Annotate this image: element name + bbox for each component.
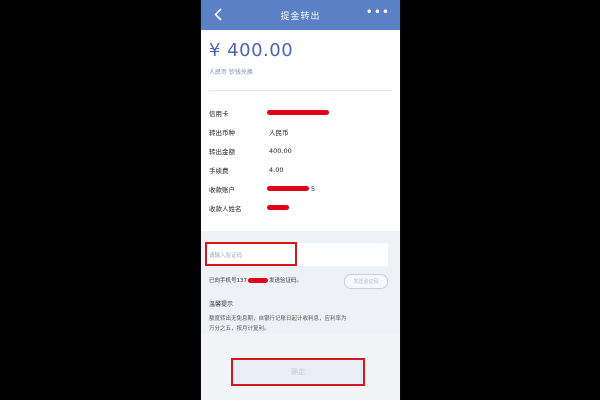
detail-value: 4.00 bbox=[269, 165, 284, 174]
transfer-details: 信用卡 转出币种 人民币 转出金额 400.00 手续费 4.00 收款账户 5 bbox=[201, 97, 400, 231]
detail-label: 手续费 bbox=[209, 166, 229, 175]
tips-line: 额度转出无免息期，自银行记账日起计收利息，应利率为 bbox=[209, 316, 347, 322]
detail-value bbox=[267, 203, 392, 213]
phone-screen: 提金转出 ••• ¥ 400.00 人民币 钞钱兑换 信用卡 转出币种 人民币 … bbox=[200, 0, 401, 400]
tips-line: 万分之五，按月计复利。 bbox=[209, 326, 270, 332]
highlight-box bbox=[205, 242, 297, 266]
tips-title: 温馨提示 bbox=[209, 301, 234, 308]
redaction-mark bbox=[267, 109, 329, 115]
detail-value bbox=[267, 108, 392, 118]
transfer-amount: ¥ 400.00 bbox=[209, 40, 294, 61]
detail-value: 人民币 bbox=[269, 128, 289, 137]
verification-code-input[interactable]: 请输入验证码 bbox=[205, 242, 388, 266]
detail-label: 转出金额 bbox=[209, 147, 235, 156]
detail-label: 收款人姓名 bbox=[209, 204, 242, 213]
confirm-area: 确定 bbox=[201, 358, 400, 388]
redaction-mark bbox=[248, 277, 268, 283]
detail-row-account: 收款账户 5 bbox=[209, 179, 392, 198]
tips-section: 温馨提示 额度转出无免息期，自银行记账日起计收利息，应利率为 万分之五，按月计复… bbox=[201, 294, 400, 334]
detail-label: 信用卡 bbox=[209, 109, 229, 118]
chevron-left-icon bbox=[214, 7, 222, 21]
detail-label: 转出币种 bbox=[209, 128, 235, 137]
redaction-mark bbox=[267, 185, 309, 191]
verification-section: 请输入验证码 已向手机号137 发送验证码。 发送验证码 bbox=[201, 242, 400, 294]
page-title: 提金转出 bbox=[280, 11, 321, 22]
detail-row-currency: 转出币种 人民币 bbox=[209, 122, 392, 141]
sms-info: 已向手机号137 发送验证码。 发送验证码 bbox=[205, 266, 400, 294]
amount-section: ¥ 400.00 人民币 钞钱兑换 bbox=[201, 30, 400, 97]
divider bbox=[209, 90, 392, 91]
detail-value: 400.00 bbox=[269, 146, 292, 155]
more-icon[interactable]: ••• bbox=[366, 5, 390, 19]
detail-value: 5 bbox=[267, 184, 392, 194]
detail-row-card: 信用卡 bbox=[209, 103, 392, 122]
send-code-button[interactable]: 发送验证码 bbox=[344, 274, 388, 289]
detail-row-name: 收款人姓名 bbox=[209, 198, 392, 217]
back-button[interactable] bbox=[209, 4, 227, 24]
redaction-mark bbox=[267, 204, 289, 210]
confirm-button[interactable]: 确定 bbox=[231, 358, 365, 386]
detail-row-fee: 手续费 4.00 bbox=[209, 160, 392, 179]
detail-label: 收款账户 bbox=[209, 185, 235, 194]
amount-note: 人民币 钞钱兑换 bbox=[209, 69, 253, 76]
detail-row-amount: 转出金额 400.00 bbox=[209, 141, 392, 160]
nav-bar: 提金转出 ••• bbox=[201, 0, 400, 30]
